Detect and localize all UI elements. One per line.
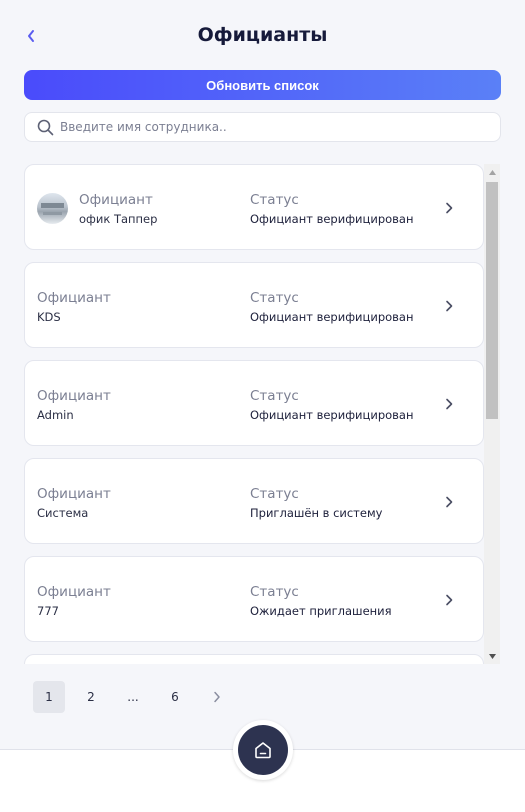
chevron-right-icon: [446, 398, 453, 410]
waiter-role-label: Официант: [37, 486, 111, 502]
home-icon: [255, 742, 271, 759]
chevron-right-icon: [446, 594, 453, 606]
status-value: Официант верифицирован: [250, 408, 414, 422]
refresh-list-button[interactable]: Обновить список: [24, 70, 501, 100]
status-value: Официант верифицирован: [250, 310, 414, 324]
status-value: Официант верифицирован: [250, 212, 414, 226]
next-page-button[interactable]: [201, 681, 233, 713]
scroll-up-arrow[interactable]: [484, 164, 500, 180]
waiter-name: Система: [37, 506, 89, 520]
triangle-down-icon: [488, 653, 496, 659]
status-label: Статус: [250, 192, 299, 208]
waiter-name: Admin: [37, 408, 74, 422]
waiter-card[interactable]: Официант KDS Статус Официант верифицирован: [24, 262, 484, 348]
header: Официанты: [0, 0, 525, 70]
waiter-role-label: Официант: [37, 290, 111, 306]
page-6-button[interactable]: 6: [159, 681, 191, 713]
waiter-role-label: Официант: [37, 584, 111, 600]
waiter-role-label: Официант: [37, 388, 111, 404]
waiter-name: KDS: [37, 310, 61, 324]
status-value: Ожидает приглашения: [250, 604, 392, 618]
waiter-role-label: Официант: [79, 192, 153, 208]
search-box[interactable]: [24, 112, 501, 142]
avatar: [37, 193, 68, 224]
waiter-name: 777: [37, 604, 59, 618]
status-label: Статус: [250, 290, 299, 306]
chevron-right-icon: [446, 496, 453, 508]
chevron-right-icon: [446, 300, 453, 312]
status-value: Приглашён в систему: [250, 506, 383, 520]
waiters-list: Официант офик Таппер Статус Официант верифи…: [24, 164, 500, 664]
waiter-card[interactable]: Официант офик Таппер Статус Официант верифи…: [24, 164, 484, 250]
status-label: Статус: [250, 584, 299, 600]
chevron-right-icon: [446, 202, 453, 214]
waiter-card[interactable]: Официант 777 Статус Ожидает приглашения: [24, 556, 484, 642]
page-title: Официанты: [197, 24, 328, 46]
list-scrollbar[interactable]: [484, 164, 500, 664]
status-label: Статус: [250, 486, 299, 502]
home-button[interactable]: [238, 725, 288, 775]
waiter-name: офик Таппер: [79, 212, 158, 226]
pagination: 1 2 ... 6: [33, 681, 233, 713]
chevron-right-icon: [214, 691, 220, 703]
page-ellipsis: ...: [127, 690, 139, 704]
status-label: Статус: [250, 388, 299, 404]
waiter-card-partial[interactable]: [24, 654, 484, 664]
search-input[interactable]: [60, 120, 480, 134]
triangle-up-icon: [488, 169, 496, 175]
waiter-card[interactable]: Официант Admin Статус Официант верифицирова…: [24, 360, 484, 446]
search-icon: [37, 119, 54, 135]
page-1-button[interactable]: 1: [33, 681, 65, 713]
page-2-button[interactable]: 2: [75, 681, 107, 713]
scroll-thumb[interactable]: [486, 182, 498, 419]
scroll-down-arrow[interactable]: [484, 648, 500, 664]
waiter-card[interactable]: Официант Система Статус Приглашён в систему: [24, 458, 484, 544]
